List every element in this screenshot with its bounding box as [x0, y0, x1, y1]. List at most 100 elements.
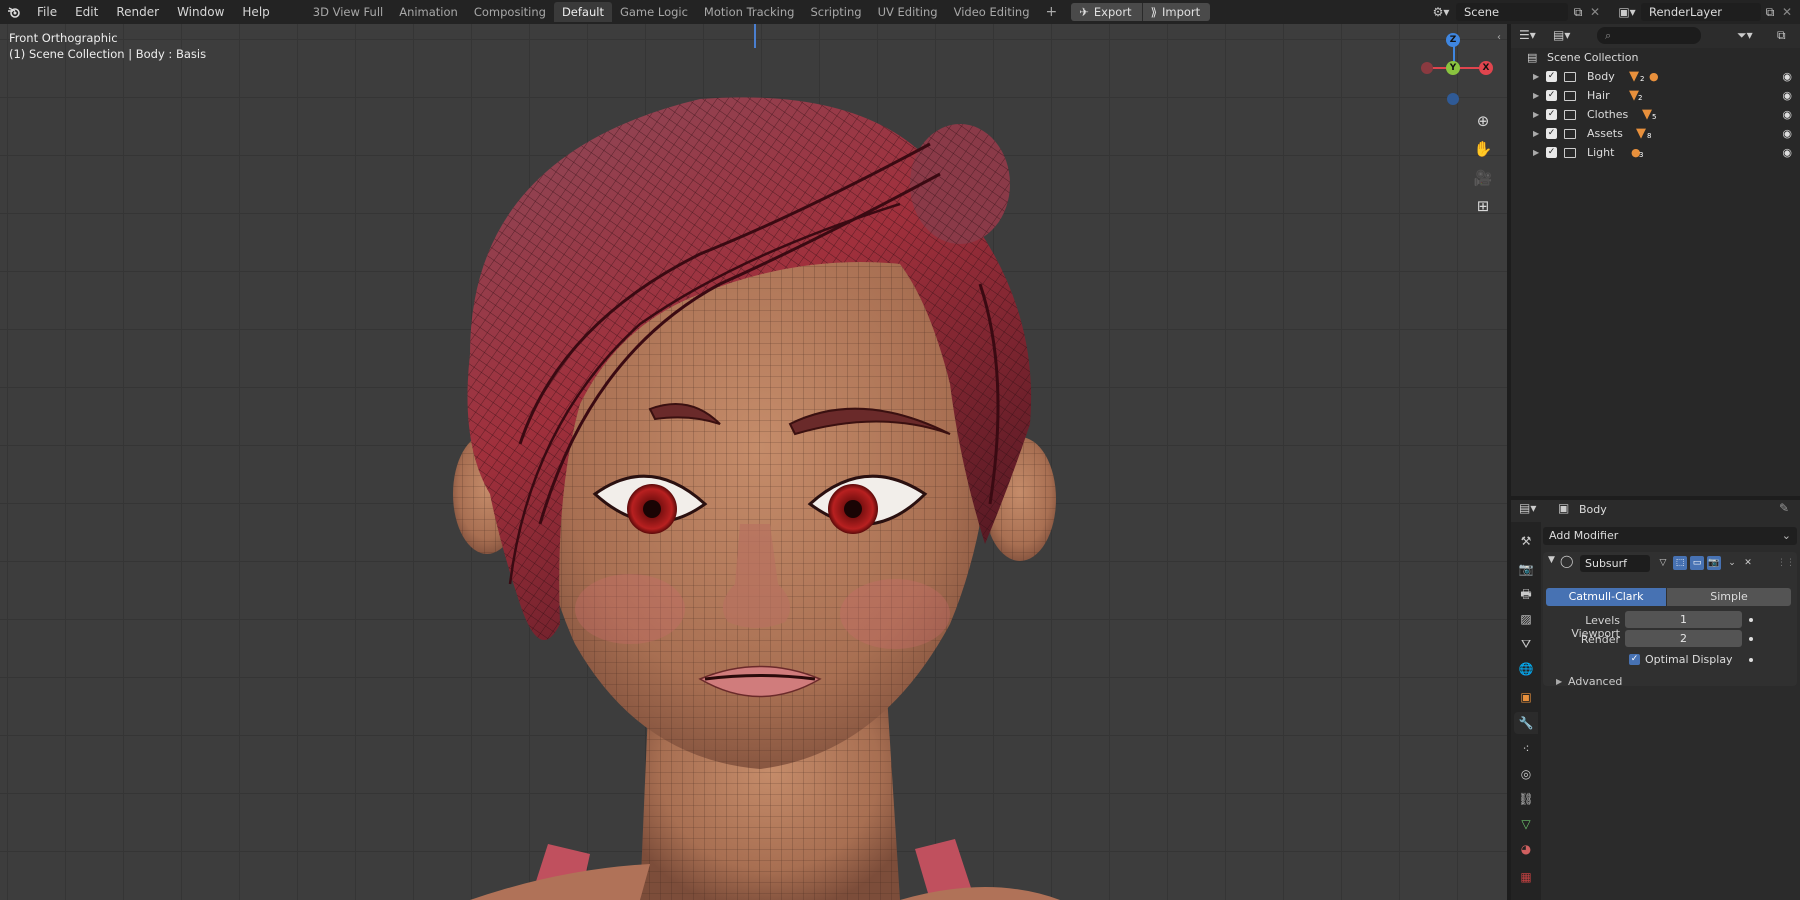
tab-scripting[interactable]: Scripting: [802, 2, 869, 22]
view-layer-tab-icon[interactable]: ▨: [1514, 608, 1538, 630]
catmull-clark-button[interactable]: Catmull-Clark: [1546, 588, 1666, 606]
menu-window[interactable]: Window: [168, 0, 233, 24]
exclude-checkbox[interactable]: ✓: [1546, 147, 1557, 158]
constraints-tab-icon[interactable]: ⛓: [1514, 788, 1538, 810]
scene-tab-icon[interactable]: ⛛: [1514, 633, 1538, 655]
filter-icon[interactable]: ⏷▾: [1737, 28, 1753, 43]
new-layer-icon[interactable]: ⧉: [1762, 3, 1778, 21]
gizmo-y-icon[interactable]: Y: [1446, 61, 1460, 75]
3d-viewport[interactable]: Front Orthographic (1) Scene Collection …: [0, 24, 1507, 900]
expand-arrow-icon[interactable]: ▶: [1533, 129, 1539, 138]
tab-animation[interactable]: Animation: [391, 2, 466, 22]
scene-field[interactable]: Scene: [1456, 3, 1568, 21]
modifier-tab-icon[interactable]: 🔧: [1514, 712, 1538, 734]
export-button[interactable]: ✈ Export: [1071, 3, 1143, 21]
menu-render[interactable]: Render: [107, 0, 168, 24]
visibility-eye-icon[interactable]: ◉: [1782, 108, 1792, 121]
gizmo-neg-x-icon[interactable]: [1421, 62, 1433, 74]
expand-arrow-icon[interactable]: ▶: [1533, 91, 1539, 100]
keyframe-dot-icon[interactable]: [1749, 637, 1753, 641]
advanced-expand-icon[interactable]: ▶: [1556, 677, 1562, 686]
object-data-tab-icon[interactable]: ▽: [1514, 813, 1538, 835]
pin-icon[interactable]: ✎: [1779, 501, 1789, 515]
exclude-checkbox[interactable]: ✓: [1546, 128, 1557, 139]
physics-tab-icon[interactable]: ◎: [1514, 763, 1538, 785]
view-layer-icon[interactable]: ▣▾: [1614, 3, 1640, 21]
new-collection-icon[interactable]: ⧉: [1777, 28, 1786, 43]
sidebar-toggle-icon[interactable]: ‹: [1497, 32, 1501, 43]
visibility-eye-icon[interactable]: ◉: [1782, 127, 1792, 140]
import-button[interactable]: ⟫ Import: [1142, 3, 1211, 21]
menu-help[interactable]: Help: [233, 0, 278, 24]
render-levels-field[interactable]: 2: [1625, 630, 1742, 647]
tab-default[interactable]: Default: [553, 2, 612, 22]
exclude-checkbox[interactable]: ✓: [1546, 109, 1557, 120]
menu-file[interactable]: File: [28, 0, 66, 24]
blender-logo-icon[interactable]: [0, 0, 28, 24]
expand-arrow-icon[interactable]: ▶: [1533, 72, 1539, 81]
keyframe-dot-icon[interactable]: [1749, 658, 1753, 662]
outliner-item-clothes[interactable]: ▶ ✓ Clothes ▼ 5 ◉: [1511, 105, 1800, 124]
outliner-item-body[interactable]: ▶ ✓ Body ▼ 2 ● ◉: [1511, 67, 1800, 86]
tab-motion-tracking[interactable]: Motion Tracking: [696, 2, 803, 22]
outliner-item-assets[interactable]: ▶ ✓ Assets ▼ 8 ◉: [1511, 124, 1800, 143]
perspective-grid-icon[interactable]: ⊞: [1471, 194, 1495, 218]
add-workspace-button[interactable]: +: [1038, 4, 1066, 20]
viewport-display-icon[interactable]: ▭: [1690, 556, 1704, 570]
scene-selector-icon[interactable]: ⚙▾: [1428, 3, 1454, 21]
gizmo-x-icon[interactable]: X: [1479, 61, 1493, 75]
tab-3d-view-full[interactable]: 3D View Full: [305, 2, 391, 22]
expand-arrow-icon[interactable]: ▶: [1533, 110, 1539, 119]
tab-uv-editing[interactable]: UV Editing: [870, 2, 946, 22]
menu-edit[interactable]: Edit: [66, 0, 107, 24]
simple-button[interactable]: Simple: [1667, 588, 1791, 606]
object-count: 2: [1638, 94, 1643, 102]
keyframe-dot-icon[interactable]: [1749, 618, 1753, 622]
tool-tab-icon[interactable]: ⚒: [1514, 530, 1538, 552]
tab-game-logic[interactable]: Game Logic: [612, 2, 696, 22]
zoom-icon[interactable]: ⊕: [1471, 109, 1495, 133]
material-tab-icon[interactable]: ◕: [1514, 838, 1538, 860]
texture-tab-icon[interactable]: ▦: [1514, 866, 1538, 888]
visibility-eye-icon[interactable]: ◉: [1782, 70, 1792, 83]
particles-tab-icon[interactable]: ⁖: [1514, 738, 1538, 760]
outliner-item-light[interactable]: ▶ ✓ Light ● 3 ◉: [1511, 143, 1800, 162]
modifier-menu-chevron-icon[interactable]: ⌄: [1725, 556, 1739, 570]
object-tab-icon[interactable]: ▣: [1514, 686, 1538, 708]
advanced-subpanel-label[interactable]: Advanced: [1568, 675, 1622, 688]
delete-layer-icon[interactable]: ✕: [1780, 3, 1794, 21]
outliner-item-hair[interactable]: ▶ ✓ Hair ▼ 2 ◉: [1511, 86, 1800, 105]
outliner-root[interactable]: ▤ Scene Collection: [1511, 48, 1800, 67]
render-display-icon[interactable]: 📷: [1707, 556, 1721, 570]
world-tab-icon[interactable]: 🌐: [1514, 658, 1538, 680]
collapse-arrow-icon[interactable]: ▼: [1548, 555, 1555, 565]
add-modifier-dropdown[interactable]: Add Modifier ⌄: [1543, 527, 1797, 545]
properties-editor-type-icon[interactable]: ▤▾: [1519, 501, 1536, 515]
optimal-display-checkbox[interactable]: ✓: [1629, 654, 1640, 665]
display-mode-icon[interactable]: ▤▾: [1553, 28, 1570, 42]
edit-mode-icon[interactable]: ⬚: [1673, 556, 1687, 570]
output-tab-icon[interactable]: 🖶: [1514, 583, 1538, 605]
new-scene-icon[interactable]: ⧉: [1570, 3, 1586, 21]
render-tab-icon[interactable]: 📷: [1514, 558, 1538, 580]
exclude-checkbox[interactable]: ✓: [1546, 90, 1557, 101]
outliner-search-input[interactable]: ⌕: [1597, 27, 1701, 44]
pan-hand-icon[interactable]: ✋: [1471, 137, 1495, 161]
gizmo-neg-z-icon[interactable]: [1447, 93, 1459, 105]
visibility-eye-icon[interactable]: ◉: [1782, 146, 1792, 159]
visibility-eye-icon[interactable]: ◉: [1782, 89, 1792, 102]
exclude-checkbox[interactable]: ✓: [1546, 71, 1557, 82]
delete-scene-icon[interactable]: ✕: [1588, 3, 1602, 21]
expand-arrow-icon[interactable]: ▶: [1533, 148, 1539, 157]
tab-compositing[interactable]: Compositing: [466, 2, 554, 22]
gizmo-z-icon[interactable]: Z: [1446, 33, 1460, 47]
camera-view-icon[interactable]: 🎥: [1471, 166, 1495, 190]
levels-viewport-field[interactable]: 1: [1625, 611, 1742, 628]
editor-type-icon[interactable]: ☰▾: [1519, 28, 1536, 42]
modifier-name-field[interactable]: Subsurf: [1580, 555, 1650, 572]
render-layer-field[interactable]: RenderLayer: [1641, 3, 1761, 21]
drag-handle-icon[interactable]: ⋮⋮: [1777, 556, 1795, 570]
tab-video-editing[interactable]: Video Editing: [946, 2, 1038, 22]
edit-mode-cage-icon[interactable]: ▽: [1656, 556, 1670, 570]
remove-modifier-icon[interactable]: ✕: [1741, 556, 1755, 570]
